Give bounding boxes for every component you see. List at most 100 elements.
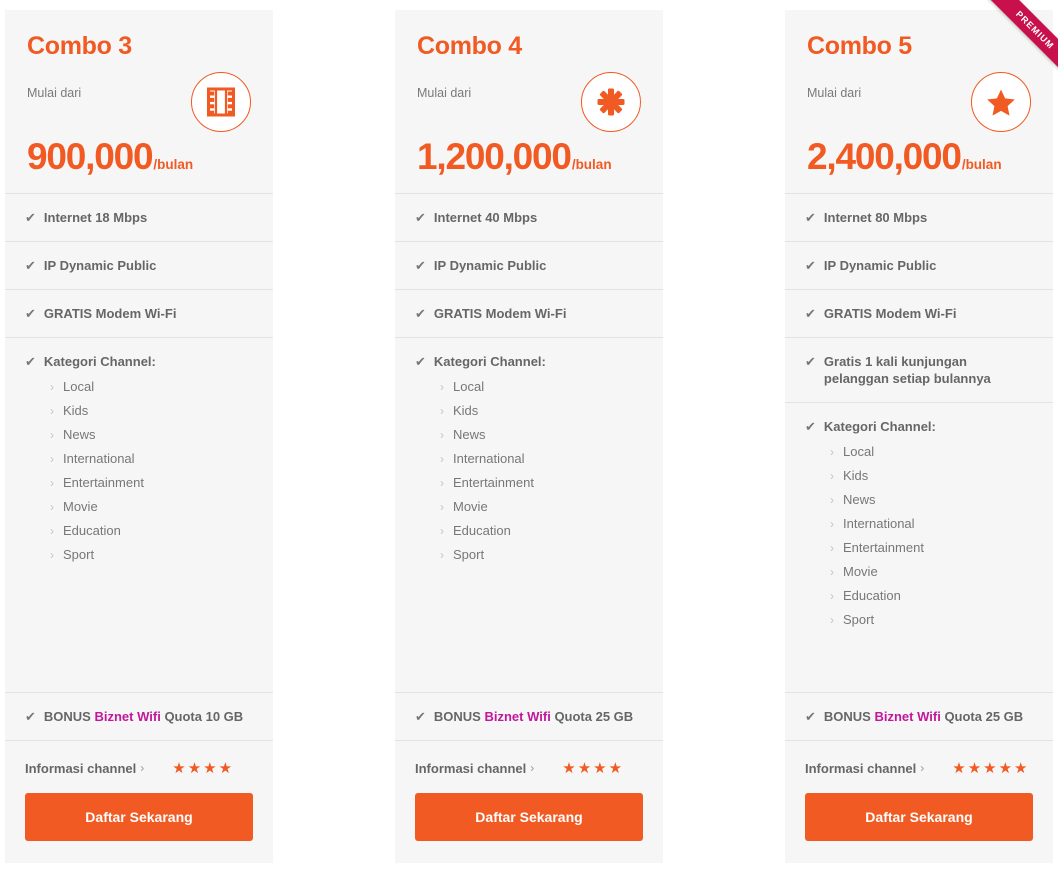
channel-category-name: Kids (843, 468, 869, 483)
check-icon: ✔ (415, 210, 426, 225)
chevron-right-icon: › (830, 565, 834, 579)
channel-category-header: ✔ Kategori Channel: (415, 353, 546, 370)
feature-row: ✔ Internet 40 Mbps (395, 193, 663, 241)
plan-header: Combo 5 Mulai dari 2,400,000/bulan (785, 10, 1053, 193)
channel-category-block: ✔ Kategori Channel: › Local › Kids › News › Inter… (395, 337, 663, 692)
film-strip-icon (191, 72, 251, 132)
informasi-channel-link[interactable]: Informasi channel (415, 761, 526, 776)
plan-footer: Informasi channel › ★★★★ Daftar Sekarang (5, 741, 273, 863)
check-icon: ✔ (805, 258, 816, 273)
channel-category-item[interactable]: › Sport (805, 612, 924, 627)
channel-category-block: ✔ Kategori Channel: › Local › Kids › News › Inter… (5, 337, 273, 692)
plan-card: PREMIUM Combo 5 Mulai dari 2,400,000/bulan ✔… (785, 0, 1058, 863)
channel-category-item[interactable]: › Education (415, 523, 534, 538)
check-icon: ✔ (805, 354, 816, 369)
channel-category-item[interactable]: › News (415, 427, 534, 442)
channel-category-name: News (843, 492, 876, 507)
channel-category-item[interactable]: › Entertainment (805, 540, 924, 555)
channel-category-item[interactable]: › Movie (805, 564, 924, 579)
check-icon: ✔ (25, 210, 36, 225)
informasi-channel-link[interactable]: Informasi channel (805, 761, 916, 776)
channel-category-item[interactable]: › International (415, 451, 534, 466)
price-amount: 2,400,000 (807, 136, 962, 177)
feature-row: ✔ GRATIS Modem Wi-Fi (5, 289, 273, 337)
channel-category-name: International (843, 516, 915, 531)
bonus-suffix: Quota 25 GB (944, 709, 1024, 724)
asterisk-icon (581, 72, 641, 132)
info-line: Informasi channel › ★★★★★ (805, 759, 1033, 777)
daftar-sekarang-button[interactable]: Daftar Sekarang (25, 793, 253, 841)
channel-category-item[interactable]: › Entertainment (415, 475, 534, 490)
chevron-right-icon: › (440, 452, 444, 466)
channel-category-name: Education (843, 588, 901, 603)
chevron-right-icon: › (440, 428, 444, 442)
channel-category-item[interactable]: › Sport (415, 547, 534, 562)
chevron-right-icon: › (50, 524, 54, 538)
feature-row-extra: ✔ Gratis 1 kali kunjungan pelanggan setia… (785, 337, 1053, 402)
channel-category-item[interactable]: › Local (415, 379, 534, 394)
channel-category-label: Kategori Channel: (823, 419, 936, 434)
bonus-prefix: BONUS (823, 709, 871, 724)
price-period: /bulan (153, 157, 194, 172)
channel-category-name: Sport (453, 547, 485, 562)
feature-row: ✔ IP Dynamic Public (395, 241, 663, 289)
channel-category-item[interactable]: › Entertainment (25, 475, 144, 490)
channel-category-name: Movie (453, 499, 488, 514)
channel-category-item[interactable]: › Sport (25, 547, 144, 562)
star-icon (971, 72, 1031, 132)
informasi-channel-link[interactable]: Informasi channel (25, 761, 136, 776)
biznet-wifi-brand: Biznet Wifi (874, 709, 941, 724)
channel-category-label: Kategori Channel: (43, 354, 156, 369)
feature-row: ✔ IP Dynamic Public (5, 241, 273, 289)
channel-category-name: Education (63, 523, 121, 538)
chevron-right-icon: › (440, 524, 444, 538)
feature-label: GRATIS Modem Wi-Fi (43, 306, 177, 321)
daftar-sekarang-button[interactable]: Daftar Sekarang (415, 793, 643, 841)
bonus-label: BONUS Biznet Wifi Quota 25 GB (824, 708, 1023, 725)
rating-stars: ★★★★★ (952, 760, 1030, 777)
chevron-right-icon: › (830, 589, 834, 603)
channel-category-item[interactable]: › Education (805, 588, 924, 603)
channel-category-item[interactable]: › Movie (25, 499, 144, 514)
channel-category-item[interactable]: › Education (25, 523, 144, 538)
channel-category-item[interactable]: › Movie (415, 499, 534, 514)
check-icon: ✔ (805, 419, 816, 434)
biznet-wifi-brand: Biznet Wifi (94, 709, 161, 724)
price-period: /bulan (961, 157, 1002, 172)
feature-list: ✔ Internet 40 Mbps ✔ IP Dynamic Public ✔ GRAT… (395, 193, 663, 741)
price-amount: 1,200,000 (417, 136, 572, 177)
channel-category-item[interactable]: › International (25, 451, 144, 466)
feature-list: ✔ Internet 18 Mbps ✔ IP Dynamic Public ✔ GRAT… (5, 193, 273, 741)
info-line: Informasi channel › ★★★★ (25, 759, 253, 777)
feature-label: IP Dynamic Public (433, 258, 547, 273)
rating-stars: ★★★★ (172, 760, 235, 777)
channel-category-name: Entertainment (63, 475, 144, 490)
channel-category-item[interactable]: › Kids (25, 403, 144, 418)
plan-price: 900,000/bulan (27, 138, 251, 175)
bonus-prefix: BONUS (433, 709, 481, 724)
feature-list: ✔ Internet 80 Mbps ✔ IP Dynamic Public ✔ GRAT… (785, 193, 1053, 741)
channel-category-item[interactable]: › Kids (415, 403, 534, 418)
check-icon: ✔ (415, 306, 426, 321)
channel-category-item[interactable]: › Kids (805, 468, 924, 483)
channel-category-name: News (63, 427, 96, 442)
feature-row: ✔ GRATIS Modem Wi-Fi (395, 289, 663, 337)
plan-title: Combo 3 (27, 32, 132, 60)
check-icon: ✔ (25, 258, 36, 273)
channel-category-name: News (453, 427, 486, 442)
channel-category-name: Entertainment (843, 540, 924, 555)
chevron-right-icon: › (830, 613, 834, 627)
channel-category-item[interactable]: › International (805, 516, 924, 531)
channel-category-name: Sport (843, 612, 875, 627)
daftar-sekarang-button[interactable]: Daftar Sekarang (805, 793, 1033, 841)
check-icon: ✔ (805, 306, 816, 321)
channel-category-name: International (453, 451, 525, 466)
chevron-right-icon: › (440, 380, 444, 394)
channel-category-item[interactable]: › News (805, 492, 924, 507)
pricing-plans-row: Combo 3 Mulai dari 900,000/bulan ✔ Internet … (0, 0, 1059, 871)
channel-category-item[interactable]: › News (25, 427, 144, 442)
channel-category-item[interactable]: › Local (805, 444, 924, 459)
channel-category-item[interactable]: › Local (25, 379, 144, 394)
price-amount: 900,000 (27, 136, 154, 177)
channel-category-header: ✔ Kategori Channel: (805, 418, 936, 435)
